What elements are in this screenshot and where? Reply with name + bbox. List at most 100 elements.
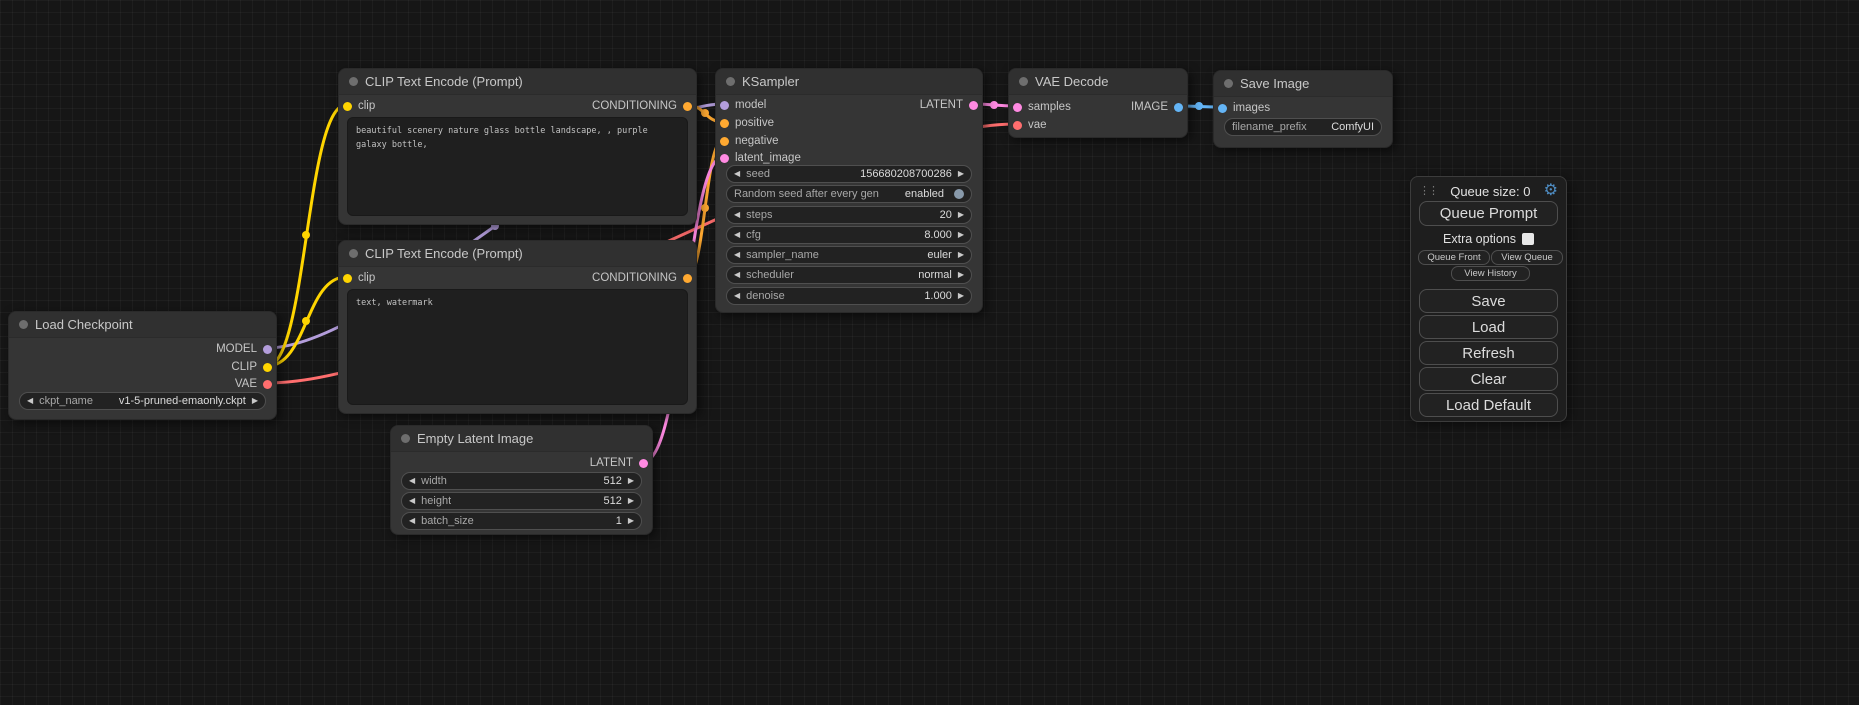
increment-arrow-icon[interactable]: ▶ bbox=[958, 231, 964, 239]
latent-slot-dot-icon[interactable] bbox=[969, 101, 978, 110]
clip-slot-dot-icon[interactable] bbox=[343, 102, 352, 111]
node-titlebar[interactable]: Empty Latent Image bbox=[391, 426, 652, 452]
model-slot-dot-icon[interactable] bbox=[263, 345, 272, 354]
clip-slot-dot-icon[interactable] bbox=[263, 363, 272, 372]
decrement-arrow-icon[interactable]: ◀ bbox=[734, 251, 740, 259]
denoise-widget[interactable]: ◀ denoise 1.000 ▶ bbox=[726, 287, 972, 305]
random-seed-toggle-widget[interactable]: Random seed after every gen enabled bbox=[726, 185, 972, 203]
output-slot-vae[interactable]: VAE bbox=[235, 376, 272, 392]
increment-arrow-icon[interactable]: ▶ bbox=[958, 170, 964, 178]
clip-slot-dot-icon[interactable] bbox=[343, 274, 352, 283]
sampler-name-widget[interactable]: ◀ sampler_name euler ▶ bbox=[726, 246, 972, 264]
decrement-arrow-icon[interactable]: ◀ bbox=[734, 211, 740, 219]
decrement-arrow-icon[interactable]: ◀ bbox=[409, 477, 415, 485]
input-slot-clip[interactable]: clip bbox=[343, 98, 375, 114]
decrement-arrow-icon[interactable]: ◀ bbox=[27, 397, 33, 405]
output-slot-image[interactable]: IMAGE bbox=[1131, 99, 1183, 115]
output-slot-latent[interactable]: LATENT bbox=[590, 455, 648, 471]
prompt-textarea[interactable]: text, watermark bbox=[347, 289, 688, 405]
model-slot-dot-icon[interactable] bbox=[720, 101, 729, 110]
filename-prefix-widget[interactable]: filename_prefix ComfyUI bbox=[1224, 118, 1382, 136]
clear-button[interactable]: Clear bbox=[1419, 367, 1558, 391]
increment-arrow-icon[interactable]: ▶ bbox=[628, 497, 634, 505]
width-widget[interactable]: ◀ width 512 ▶ bbox=[401, 472, 642, 490]
output-slot-conditioning[interactable]: CONDITIONING bbox=[592, 98, 692, 114]
batch-size-widget[interactable]: ◀ batch_size 1 ▶ bbox=[401, 512, 642, 530]
scheduler-widget[interactable]: ◀ scheduler normal ▶ bbox=[726, 266, 972, 284]
node-vae-decode[interactable]: VAE Decode samples vae IMAGE bbox=[1008, 68, 1188, 138]
node-clip-text-encode-negative[interactable]: CLIP Text Encode (Prompt) clip CONDITION… bbox=[338, 240, 697, 414]
vae-slot-dot-icon[interactable] bbox=[263, 380, 272, 389]
input-slot-latent-image[interactable]: latent_image bbox=[720, 150, 801, 166]
node-collapse-dot-icon[interactable] bbox=[19, 320, 28, 329]
image-slot-dot-icon[interactable] bbox=[1218, 104, 1227, 113]
decrement-arrow-icon[interactable]: ◀ bbox=[734, 292, 740, 300]
view-queue-button[interactable]: View Queue bbox=[1491, 250, 1563, 265]
menu-drag-handle-icon[interactable]: ⋮⋮ bbox=[1419, 186, 1437, 197]
node-clip-text-encode-positive[interactable]: CLIP Text Encode (Prompt) clip CONDITION… bbox=[338, 68, 697, 225]
output-slot-conditioning[interactable]: CONDITIONING bbox=[592, 270, 692, 286]
save-button[interactable]: Save bbox=[1419, 289, 1558, 313]
settings-gear-icon[interactable]: ⚙ bbox=[1544, 183, 1558, 199]
output-slot-latent[interactable]: LATENT bbox=[920, 97, 978, 113]
node-collapse-dot-icon[interactable] bbox=[349, 77, 358, 86]
node-collapse-dot-icon[interactable] bbox=[401, 434, 410, 443]
input-slot-images[interactable]: images bbox=[1218, 100, 1270, 116]
graph-canvas[interactable]: Load Checkpoint MODEL CLIP VAE ◀ ckpt_na… bbox=[0, 0, 1859, 705]
node-titlebar[interactable]: Save Image bbox=[1214, 71, 1392, 97]
latent-slot-dot-icon[interactable] bbox=[639, 459, 648, 468]
increment-arrow-icon[interactable]: ▶ bbox=[628, 517, 634, 525]
output-slot-clip[interactable]: CLIP bbox=[231, 359, 272, 375]
node-load-checkpoint[interactable]: Load Checkpoint MODEL CLIP VAE ◀ ckpt_na… bbox=[8, 311, 277, 420]
increment-arrow-icon[interactable]: ▶ bbox=[252, 397, 258, 405]
node-collapse-dot-icon[interactable] bbox=[1224, 79, 1233, 88]
extra-options-checkbox[interactable] bbox=[1522, 233, 1534, 245]
conditioning-slot-dot-icon[interactable] bbox=[683, 102, 692, 111]
input-slot-negative[interactable]: negative bbox=[720, 133, 778, 149]
node-collapse-dot-icon[interactable] bbox=[1019, 77, 1028, 86]
decrement-arrow-icon[interactable]: ◀ bbox=[734, 170, 740, 178]
latent-slot-dot-icon[interactable] bbox=[1013, 103, 1022, 112]
input-slot-model[interactable]: model bbox=[720, 97, 766, 113]
load-default-button[interactable]: Load Default bbox=[1419, 393, 1558, 417]
queue-front-button[interactable]: Queue Front bbox=[1418, 250, 1490, 265]
node-ksampler[interactable]: KSampler model positive negative latent_… bbox=[715, 68, 983, 313]
latent-slot-dot-icon[interactable] bbox=[720, 154, 729, 163]
input-slot-vae[interactable]: vae bbox=[1013, 117, 1047, 133]
view-history-button[interactable]: View History bbox=[1451, 266, 1530, 281]
decrement-arrow-icon[interactable]: ◀ bbox=[409, 497, 415, 505]
image-slot-dot-icon[interactable] bbox=[1174, 103, 1183, 112]
refresh-button[interactable]: Refresh bbox=[1419, 341, 1558, 365]
input-slot-clip[interactable]: clip bbox=[343, 270, 375, 286]
ckpt-name-widget[interactable]: ◀ ckpt_name v1-5-pruned-emaonly.ckpt ▶ bbox=[19, 392, 266, 410]
increment-arrow-icon[interactable]: ▶ bbox=[628, 477, 634, 485]
node-titlebar[interactable]: KSampler bbox=[716, 69, 982, 95]
increment-arrow-icon[interactable]: ▶ bbox=[958, 251, 964, 259]
node-save-image[interactable]: Save Image images filename_prefix ComfyU… bbox=[1213, 70, 1393, 148]
seed-widget[interactable]: ◀ seed 156680208700286 ▶ bbox=[726, 165, 972, 183]
input-slot-samples[interactable]: samples bbox=[1013, 99, 1071, 115]
steps-widget[interactable]: ◀ steps 20 ▶ bbox=[726, 206, 972, 224]
prompt-textarea[interactable]: beautiful scenery nature glass bottle la… bbox=[347, 117, 688, 216]
node-titlebar[interactable]: VAE Decode bbox=[1009, 69, 1187, 95]
conditioning-slot-dot-icon[interactable] bbox=[720, 137, 729, 146]
node-titlebar[interactable]: Load Checkpoint bbox=[9, 312, 276, 338]
increment-arrow-icon[interactable]: ▶ bbox=[958, 292, 964, 300]
cfg-widget[interactable]: ◀ cfg 8.000 ▶ bbox=[726, 226, 972, 244]
toggle-on-indicator-icon[interactable] bbox=[954, 189, 964, 199]
node-empty-latent-image[interactable]: Empty Latent Image LATENT ◀ width 512 ▶ … bbox=[390, 425, 653, 535]
height-widget[interactable]: ◀ height 512 ▶ bbox=[401, 492, 642, 510]
node-collapse-dot-icon[interactable] bbox=[349, 249, 358, 258]
node-collapse-dot-icon[interactable] bbox=[726, 77, 735, 86]
node-titlebar[interactable]: CLIP Text Encode (Prompt) bbox=[339, 69, 696, 95]
decrement-arrow-icon[interactable]: ◀ bbox=[734, 231, 740, 239]
increment-arrow-icon[interactable]: ▶ bbox=[958, 271, 964, 279]
vae-slot-dot-icon[interactable] bbox=[1013, 121, 1022, 130]
decrement-arrow-icon[interactable]: ◀ bbox=[409, 517, 415, 525]
conditioning-slot-dot-icon[interactable] bbox=[720, 119, 729, 128]
queue-prompt-button[interactable]: Queue Prompt bbox=[1419, 201, 1558, 226]
output-slot-model[interactable]: MODEL bbox=[216, 341, 272, 357]
increment-arrow-icon[interactable]: ▶ bbox=[958, 211, 964, 219]
conditioning-slot-dot-icon[interactable] bbox=[683, 274, 692, 283]
decrement-arrow-icon[interactable]: ◀ bbox=[734, 271, 740, 279]
